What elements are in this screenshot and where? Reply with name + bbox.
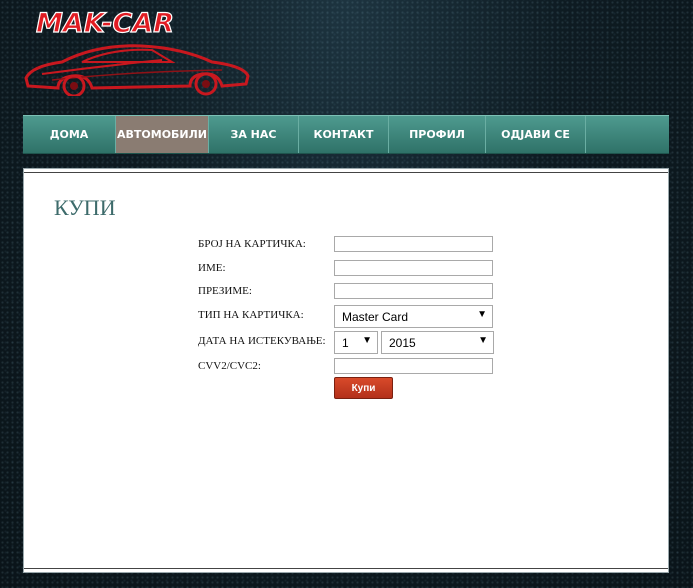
nav-item-profile[interactable]: ПРОФИЛ [389,116,486,153]
cvv-input[interactable] [334,358,493,374]
main-navigation: ДОМА АВТОМОБИЛИ ЗА НАС КОНТАКТ ПРОФИЛ ОД… [23,115,669,154]
card-number-input[interactable] [334,236,493,252]
expiry-month-select[interactable]: 1 ▼ [334,331,378,354]
card-type-select[interactable]: Master Card ▼ [334,305,493,328]
nav-item-cars[interactable]: АВТОМОБИЛИ [116,116,209,153]
last-name-label: ПРЕЗИМЕ: [198,285,252,297]
dropdown-arrow-icon: ▼ [478,335,488,346]
expiry-year-selected: 2015 [389,335,416,350]
card-number-label: БРОЈ НА КАРТИЧКА: [198,238,306,250]
content-panel: КУПИ БРОЈ НА КАРТИЧКА: ИМЕ: ПРЕЗИМЕ: ТИП… [23,168,669,573]
site-logo[interactable]: MAK-CAR [22,7,252,96]
cvv-label: CVV2/CVC2: [198,360,261,372]
last-name-input[interactable] [334,283,493,299]
card-type-selected: Master Card [342,309,409,324]
expiry-month-selected: 1 [342,335,349,350]
nav-item-about[interactable]: ЗА НАС [209,116,299,153]
nav-item-contact[interactable]: КОНТАКТ [299,116,389,153]
nav-item-logout[interactable]: ОДЈАВИ СЕ [486,116,586,153]
car-silhouette-icon [24,44,250,96]
dropdown-arrow-icon: ▼ [362,335,372,346]
buy-button[interactable]: Купи [334,377,393,399]
card-type-label: ТИП НА КАРТИЧКА: [198,309,304,321]
nav-item-home[interactable]: ДОМА [23,116,116,153]
first-name-input[interactable] [334,260,493,276]
dropdown-arrow-icon: ▼ [477,309,487,320]
expiry-year-select[interactable]: 2015 ▼ [381,331,494,354]
page-title: КУПИ [54,195,116,220]
first-name-label: ИМЕ: [198,262,226,274]
expiry-label: ДАТА НА ИСТЕКУВАЊЕ: [198,335,326,347]
logo-text: MAK-CAR [35,7,175,39]
